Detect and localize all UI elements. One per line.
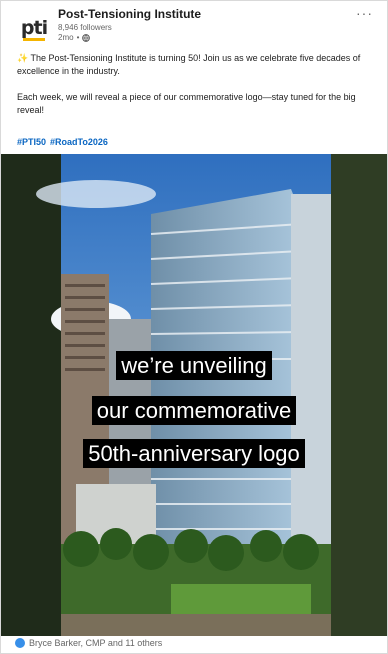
separator-dot: •	[76, 33, 80, 42]
reactions-text: Bryce Barker, CMP and 11 others	[29, 638, 163, 648]
video-player[interactable]: we’re unveiling our commemorative 50th-a…	[1, 154, 387, 636]
post-header: pti Post-Tensioning Institute 8,946 foll…	[17, 5, 379, 45]
post-timestamp: 2mo •	[58, 33, 91, 42]
company-logo[interactable]: pti	[19, 13, 49, 43]
caption-line-1: we’re unveiling	[1, 351, 387, 380]
post-card: pti Post-Tensioning Institute 8,946 foll…	[0, 0, 388, 654]
post-paragraph-1: ✨ The Post-Tensioning Institute is turni…	[17, 53, 361, 76]
hashtag-pti50[interactable]: #PTI50	[17, 137, 46, 147]
video-frame-image	[1, 154, 387, 636]
post-age: 2mo	[58, 33, 74, 42]
post-text: ✨ The Post-Tensioning Institute is turni…	[17, 52, 373, 117]
hashtag-roadto2026[interactable]: #RoadTo2026	[50, 137, 108, 147]
hashtag-list: #PTI50 #RoadTo2026	[17, 137, 112, 147]
logo-accent-bar	[23, 38, 45, 41]
follower-count: 8,946 followers	[58, 23, 112, 32]
logo-text: pti	[20, 17, 48, 39]
more-options-icon[interactable]: ···	[356, 5, 373, 21]
like-reaction-icon	[15, 638, 25, 648]
caption-line-2: our commemorative	[1, 396, 387, 425]
post-paragraph-2: Each week, we will reveal a piece of our…	[17, 92, 356, 115]
company-name[interactable]: Post-Tensioning Institute	[58, 7, 201, 21]
globe-icon	[82, 33, 91, 42]
caption-line-3: 50th-anniversary logo	[1, 439, 387, 468]
reactions-summary[interactable]: Bryce Barker, CMP and 11 others	[15, 638, 162, 648]
